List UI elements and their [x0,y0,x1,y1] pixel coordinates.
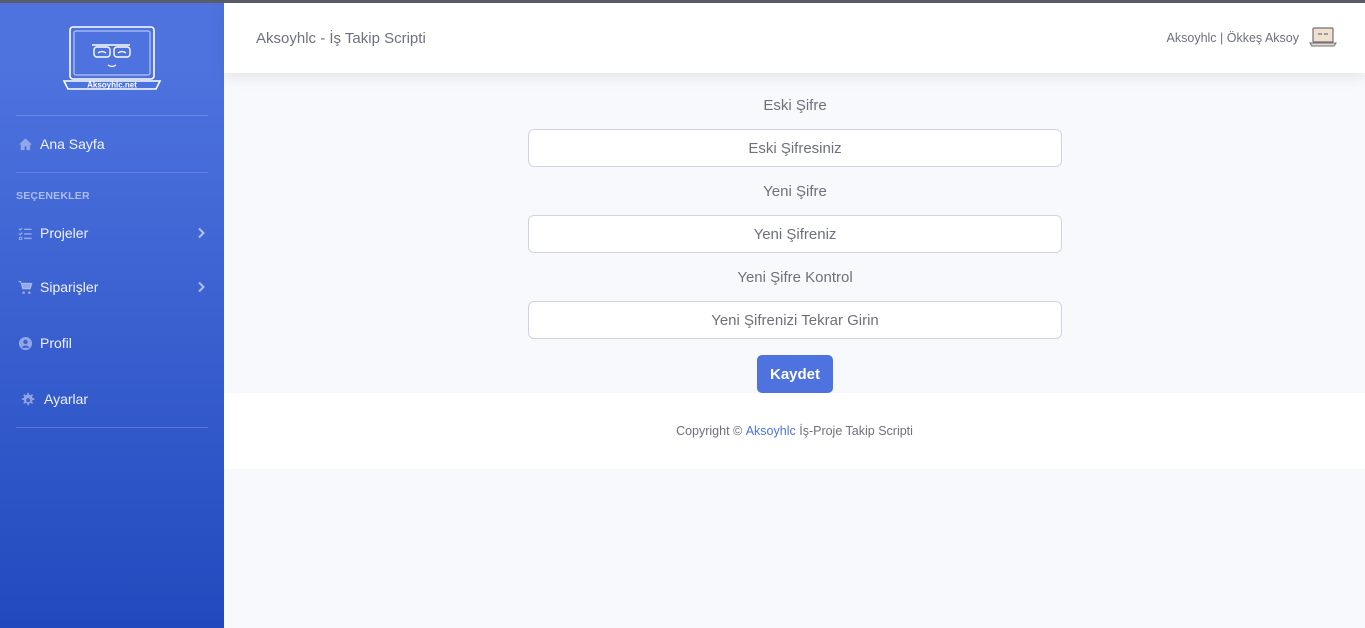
new-password-input[interactable] [528,215,1062,253]
topbar: Aksoyhlc - İş Takip Scripti Aksoyhlc | Ö… [224,3,1365,73]
user-name: Aksoyhlc | Ökkeş Aksoy [1166,31,1299,45]
copyright-prefix: Copyright © [676,424,746,438]
chevron-right-icon [198,281,205,293]
copyright-link[interactable]: Aksoyhlc [746,424,796,438]
sidebar-item-label: Projeler [40,225,89,241]
new-password-label: Yeni Şifre [763,183,827,200]
old-password-input[interactable] [528,129,1062,167]
sidebar: Aksoyhlc.net Ana Sayfa SEÇENEKLER Projel… [0,3,224,628]
sidebar-item-label: Profil [40,335,72,351]
brand-logo-text: Aksoyhlc.net [87,81,137,90]
sidebar-item-ayarlar[interactable]: Ayarlar [0,371,224,427]
tasks-icon [16,225,34,241]
copyright-suffix: İş-Proje Takip Scripti [795,424,913,438]
old-password-label: Eski Şifre [763,97,827,114]
confirm-password-input[interactable] [528,301,1062,339]
sidebar-item-projeler[interactable]: Projeler [0,207,224,259]
sidebar-heading: SEÇENEKLER [16,190,90,202]
confirm-password-label: Yeni Şifre Kontrol [737,269,853,286]
brand-logo-icon: Aksoyhlc.net [62,26,162,90]
chevron-right-icon [198,227,205,239]
cart-icon [16,279,34,295]
brand-logo-link[interactable]: Aksoyhlc.net [0,3,224,115]
page-title: Aksoyhlc - İş Takip Scripti [256,29,426,47]
sidebar-divider [16,427,208,428]
avatar [1309,27,1337,47]
sidebar-item-label: Ayarlar [44,391,89,407]
sidebar-item-siparisler[interactable]: Siparişler [0,259,224,315]
home-icon [16,136,34,152]
cog-icon [18,391,36,407]
sidebar-item-ana-sayfa[interactable]: Ana Sayfa [0,116,224,172]
sidebar-item-label: Siparişler [40,279,99,295]
save-button[interactable]: Kaydet [757,355,833,393]
user-dropdown[interactable]: Aksoyhlc | Ökkeş Aksoy [1167,26,1337,50]
sidebar-divider [16,172,208,173]
password-change-form: Eski Şifre Yeni Şifre Yeni Şifre Kontrol… [528,95,1062,393]
footer: Copyright © Aksoyhlc İş-Proje Takip Scri… [224,393,1365,469]
sidebar-item-label: Ana Sayfa [40,136,105,152]
sidebar-item-profil[interactable]: Profil [0,315,224,371]
main-content: Eski Şifre Yeni Şifre Yeni Şifre Kontrol… [224,73,1365,393]
user-circle-icon [16,335,34,351]
